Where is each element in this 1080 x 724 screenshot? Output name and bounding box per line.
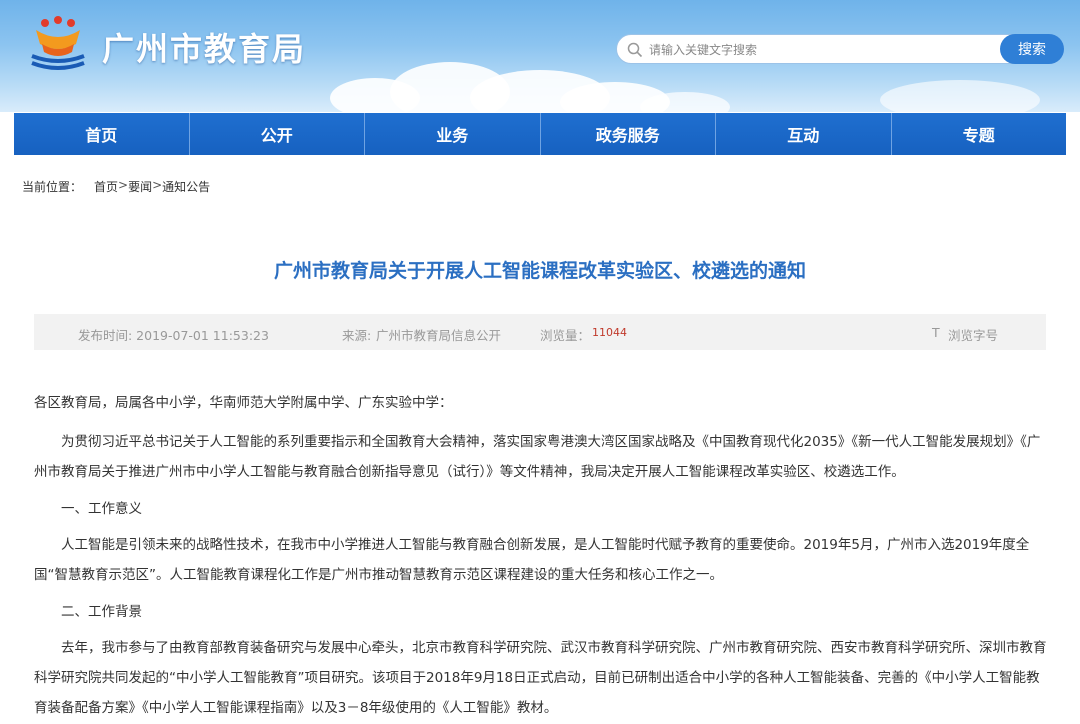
article-paragraph: 人工智能是引领未来的战略性技术，在我市中小学推进人工智能与教育融合创新发展，是人… xyxy=(34,537,1030,583)
section-heading: 二、工作背景 xyxy=(61,604,142,620)
nav-item-business[interactable]: 业务 xyxy=(365,113,541,155)
breadcrumb-separator: > xyxy=(118,178,129,192)
article-paragraph: 为贯彻习近平总书记关于人工智能的系列重要指示和全国教育大会精神，落实国家粤港澳大… xyxy=(34,434,1041,480)
breadcrumb-prefix: 当前位置： xyxy=(22,180,83,194)
font-size-toggle[interactable]: 浏览字号 xyxy=(948,325,998,344)
search-box: 搜索 xyxy=(616,34,1064,64)
article-paragraph: 去年，我市参与了由教育部教育装备研究与发展中心牵头，北京市教育科学研究院、武汉市… xyxy=(34,640,1047,716)
nav-item-topics[interactable]: 专题 xyxy=(892,113,1067,155)
main-nav: 首页 公开 业务 政务服务 互动 专题 xyxy=(14,113,1066,155)
breadcrumb-notices-link[interactable]: 通知公告 xyxy=(162,178,210,195)
article-salutation: 各区教育局，局属各中小学，华南师范大学附属中学、广东实验中学： xyxy=(34,395,453,411)
views-label: 浏览量： xyxy=(540,328,591,343)
section-heading: 一、工作意义 xyxy=(61,501,142,517)
breadcrumb-home-link[interactable]: 首页 xyxy=(94,178,118,195)
views-count: 11044 xyxy=(592,326,627,339)
cloud-decoration xyxy=(640,92,730,112)
font-size-icon[interactable]: T xyxy=(932,325,940,340)
publish-time: 发布时间: 2019-07-01 11:53:23 xyxy=(78,328,269,343)
breadcrumb-news-link[interactable]: 要闻 xyxy=(128,178,152,195)
breadcrumb: 当前位置： 首页 > 要闻 > 通知公告 xyxy=(22,178,210,195)
article-title: 广州市教育局关于开展人工智能课程改革实验区、校遴选的通知 xyxy=(273,260,806,282)
article-body: 各区教育局，局属各中小学，华南师范大学附属中学、广东实验中学： 为贯彻习近平总书… xyxy=(34,388,1048,724)
header-banner: 广州市教育局 搜索 xyxy=(0,0,1080,112)
guangzhou-education-logo[interactable] xyxy=(28,14,88,72)
nav-item-public[interactable]: 公开 xyxy=(190,113,365,155)
search-input[interactable] xyxy=(649,39,1009,61)
nav-item-interaction[interactable]: 互动 xyxy=(716,113,892,155)
nav-item-government-services[interactable]: 政务服务 xyxy=(541,113,716,155)
article-meta-bar: 发布时间: 2019-07-01 11:53:23 来源: 广州市教育局信息公开… xyxy=(34,314,1046,350)
search-icon xyxy=(627,42,643,58)
source-label: 来源: xyxy=(342,328,372,343)
source-value: 广州市教育局信息公开 xyxy=(376,328,502,343)
search-button[interactable]: 搜索 xyxy=(1000,34,1064,64)
cloud-decoration xyxy=(880,80,1040,112)
breadcrumb-separator: > xyxy=(152,178,163,192)
nav-item-home[interactable]: 首页 xyxy=(14,113,190,155)
site-title: 广州市教育局 xyxy=(102,30,307,68)
